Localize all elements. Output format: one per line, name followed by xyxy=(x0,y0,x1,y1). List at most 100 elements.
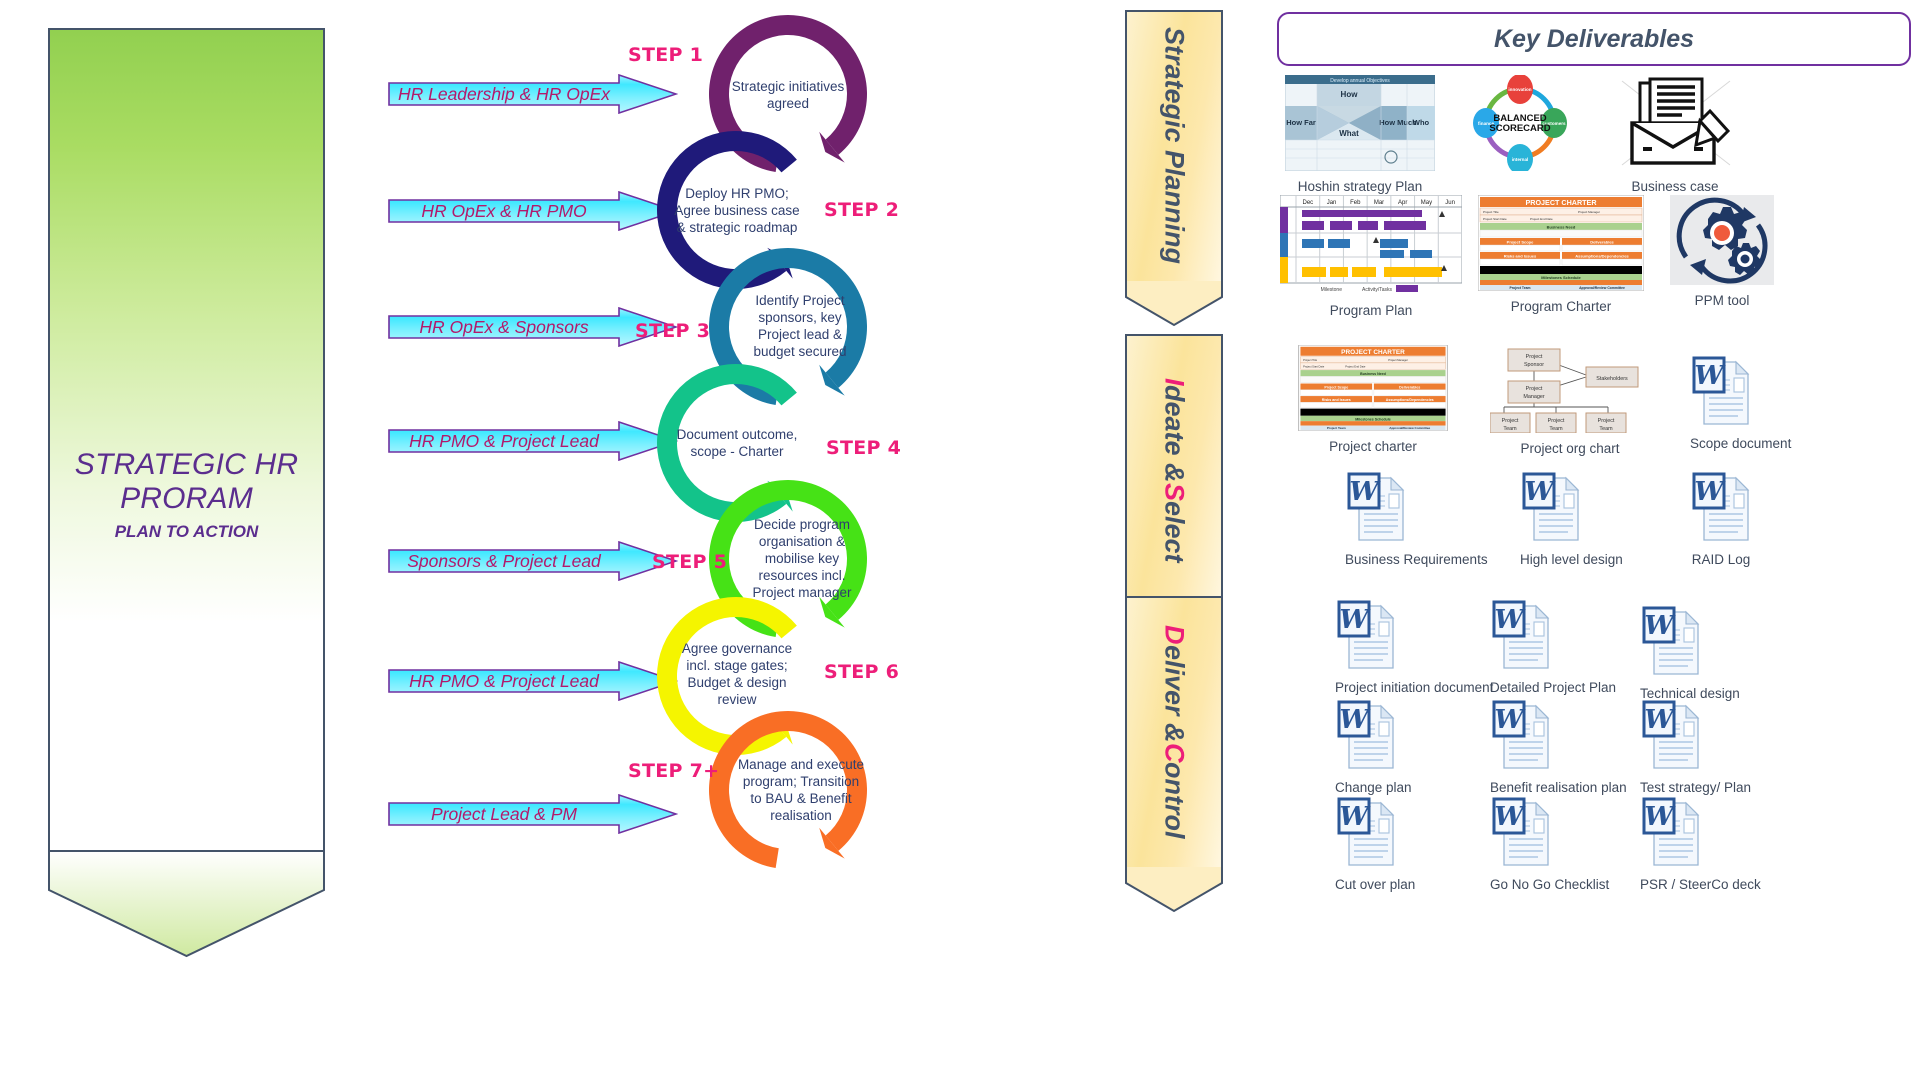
step-text-1: Strategic initiatives agreed xyxy=(731,79,845,111)
svg-text:Sponsor: Sponsor xyxy=(1524,362,1544,368)
word-document-icon: W xyxy=(1642,700,1700,769)
deliverable-caption: Project initiation document xyxy=(1335,680,1494,695)
svg-text:Mar: Mar xyxy=(1374,200,1384,206)
deliverable-item-11[interactable]: W High level design xyxy=(1520,468,1623,568)
deliverable-caption: High level design xyxy=(1520,552,1623,567)
svg-text:How Far: How Far xyxy=(1286,118,1316,127)
svg-text:Project Title: Project Title xyxy=(1303,358,1317,362)
step-label-5: STEP 5 xyxy=(652,551,728,573)
word-document-icon: W xyxy=(1692,356,1750,425)
svg-text:Stakeholders: Stakeholders xyxy=(1596,376,1628,382)
deliverable-item-13[interactable]: W Project initiation document xyxy=(1335,596,1494,696)
deliverable-item-14[interactable]: W Detailed Project Plan xyxy=(1490,596,1616,696)
deliverable-item-20[interactable]: W Go No Go Checklist xyxy=(1490,793,1610,893)
deliverable-item-15[interactable]: W Technical design xyxy=(1640,602,1740,702)
deliverable-item-9[interactable]: W Scope document xyxy=(1690,352,1791,452)
svg-text:W: W xyxy=(1644,705,1676,735)
svg-text:W: W xyxy=(1694,361,1726,391)
deliverable-thumbnail: Project Sponsor Stakeholders Project Manager… xyxy=(1489,345,1650,438)
svg-text:Approval/Review Committee: Approval/Review Committee xyxy=(1389,426,1430,430)
step-label-4: STEP 4 xyxy=(826,437,902,459)
svg-text:W: W xyxy=(1694,477,1726,507)
svg-text:Project Scope: Project Scope xyxy=(1324,385,1348,389)
svg-text:Project Manager: Project Manager xyxy=(1388,358,1408,362)
step-label-6: STEP 6 xyxy=(824,661,900,683)
deliverable-thumbnail xyxy=(1610,75,1740,176)
deliverable-item-12[interactable]: W RAID Log xyxy=(1690,468,1752,568)
svg-text:W: W xyxy=(1339,705,1371,735)
role-arrow-label: HR OpEx & HR PMO xyxy=(421,200,587,221)
banner-point xyxy=(48,850,325,958)
svg-text:Risks and Issues: Risks and Issues xyxy=(1504,254,1537,259)
svg-text:Assumptions/Dependencies: Assumptions/Dependencies xyxy=(1386,398,1434,402)
deliverable-item-17[interactable]: W Benefit realisation plan xyxy=(1490,696,1627,796)
svg-text:How Much: How Much xyxy=(1379,118,1417,127)
word-document-icon: W xyxy=(1642,797,1700,866)
svg-text:Milestone: Milestone xyxy=(1321,287,1343,293)
deliverable-item-16[interactable]: W Change plan xyxy=(1335,696,1412,796)
deliverable-item-21[interactable]: W PSR / SteerCo deck xyxy=(1640,793,1761,893)
svg-text:Deliverables: Deliverables xyxy=(1590,240,1614,245)
svg-text:W: W xyxy=(1494,705,1526,735)
phase-label: Deliver & Control xyxy=(1125,596,1223,868)
deliverable-item-7[interactable]: PROJECT CHARTER Project Title Project Mana… xyxy=(1283,344,1463,455)
key-deliverables-header: Key Deliverables xyxy=(1277,12,1911,66)
svg-text:Manager: Manager xyxy=(1523,394,1544,400)
deliverable-item-18[interactable]: W Test strategy/ Plan xyxy=(1640,696,1751,796)
deliverable-item-10[interactable]: W Business Requirements xyxy=(1345,468,1488,568)
deliverable-thumbnail: W xyxy=(1490,696,1552,777)
svg-text:innovation: innovation xyxy=(1508,87,1531,92)
deliverable-item-5[interactable]: PROJECT CHARTER Project Title Project Mana… xyxy=(1477,194,1645,315)
phase-label-part: ontrol xyxy=(1159,762,1190,839)
deliverable-thumbnail: W xyxy=(1690,352,1752,433)
word-document-icon: W xyxy=(1337,600,1395,669)
svg-text:Project Manager: Project Manager xyxy=(1578,210,1600,214)
word-document-icon: W xyxy=(1492,797,1550,866)
svg-text:Approval/Review Committee: Approval/Review Committee xyxy=(1579,286,1625,290)
deliverable-thumbnail: W xyxy=(1335,793,1397,874)
deliverable-item-4[interactable]: Dec Jan Feb Mar Apr May Jun Milestone Activity/T… xyxy=(1279,194,1463,319)
deliverable-thumbnail: Develop annual Objectives How How Far How M… xyxy=(1284,74,1436,176)
phase-label-part: C xyxy=(1159,742,1190,763)
svg-text:What: What xyxy=(1339,129,1359,138)
word-document-icon: W xyxy=(1337,700,1395,769)
phase-label: Strategic Planning xyxy=(1125,10,1223,282)
svg-text:Team: Team xyxy=(1549,426,1563,432)
deliverable-item-19[interactable]: W Cut over plan xyxy=(1335,793,1416,893)
phase-label-part: S xyxy=(1159,482,1190,501)
deliverable-item-1[interactable]: Develop annual Objectives How How Far How M… xyxy=(1284,74,1436,195)
word-document-icon: W xyxy=(1692,472,1750,541)
word-document-icon: W xyxy=(1492,700,1550,769)
word-document-icon: W xyxy=(1347,472,1405,541)
deliverable-item-8[interactable]: Project Sponsor Stakeholders Project Manager… xyxy=(1489,345,1650,457)
deliverable-item-6[interactable]: PPM tool xyxy=(1670,195,1774,309)
deliverable-item-3[interactable]: Business case xyxy=(1610,75,1740,195)
svg-text:W: W xyxy=(1494,605,1526,635)
svg-text:Project: Project xyxy=(1548,418,1565,424)
phase-label: Ideate & Select xyxy=(1125,334,1223,606)
banner-body xyxy=(48,28,325,852)
svg-text:W: W xyxy=(1339,802,1371,832)
svg-text:W: W xyxy=(1524,477,1556,507)
svg-text:Dec: Dec xyxy=(1303,200,1314,206)
project-charter-icon: PROJECT CHARTER Project Title Project Mana… xyxy=(1298,344,1448,432)
org-chart-icon: Project Sponsor Stakeholders Project Manager… xyxy=(1489,348,1639,434)
deliverable-thumbnail: Dec Jan Feb Mar Apr May Jun Milestone Activity/T… xyxy=(1279,194,1463,300)
deliverable-item-2[interactable]: innovation customers internal finance BALANC… xyxy=(1455,74,1585,179)
svg-text:Develop annual Objectives: Develop annual Objectives xyxy=(1330,78,1390,84)
deliverable-caption: Go No Go Checklist xyxy=(1490,877,1610,892)
svg-text:Project Start Date: Project Start Date xyxy=(1303,364,1325,368)
svg-text:Business Need: Business Need xyxy=(1547,225,1576,230)
svg-text:Project Scope: Project Scope xyxy=(1507,240,1534,245)
svg-text:Project Team: Project Team xyxy=(1327,426,1346,430)
svg-text:W: W xyxy=(1349,477,1381,507)
strategic-hr-banner: STRATEGIC HR PRORAM PLAN TO ACTION xyxy=(48,28,325,958)
svg-text:W: W xyxy=(1339,605,1371,635)
banner-subtitle: PLAN TO ACTION xyxy=(114,522,259,541)
banner-title: STRATEGIC HR PRORAM xyxy=(48,448,325,516)
deliverable-caption: Cut over plan xyxy=(1335,877,1416,892)
key-deliverables-title: Key Deliverables xyxy=(1493,24,1695,53)
svg-text:Assumptions/Dependencies: Assumptions/Dependencies xyxy=(1575,254,1629,259)
phase-label-part: deate & xyxy=(1159,385,1190,483)
role-arrow-label: Project Lead & PM xyxy=(431,803,577,824)
